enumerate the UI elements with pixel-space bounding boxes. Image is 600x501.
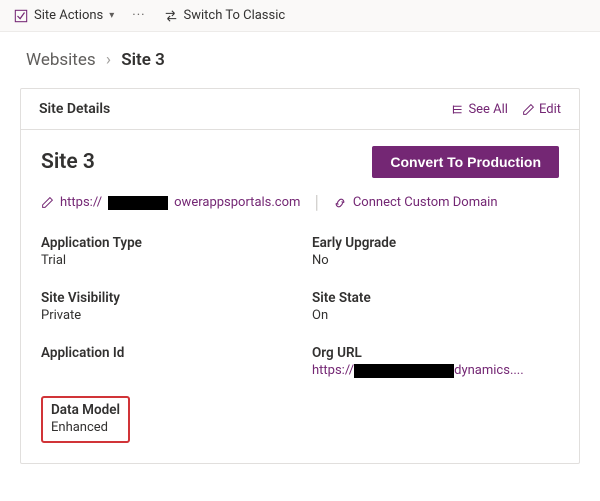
card-body: Site 3 Convert To Production https:// owe… xyxy=(21,130,579,463)
switch-to-classic-button[interactable]: Switch To Classic xyxy=(164,8,286,23)
value-early-upgrade: No xyxy=(312,253,559,268)
field-application-id: Application Id xyxy=(41,345,288,378)
see-all-label: See All xyxy=(468,102,508,117)
details-grid: Application Type Trial Early Upgrade No … xyxy=(41,235,559,378)
card-header-actions: See All Edit xyxy=(451,102,561,117)
card-header: Site Details See All Edit xyxy=(21,89,579,130)
field-data-model: Data Model Enhanced xyxy=(51,402,120,435)
switch-classic-label: Switch To Classic xyxy=(184,8,286,23)
site-actions-label: Site Actions xyxy=(34,8,103,23)
connect-custom-domain-link[interactable]: Connect Custom Domain xyxy=(333,195,498,210)
label-data-model: Data Model xyxy=(51,402,120,418)
link-icon xyxy=(333,196,347,210)
site-name-heading: Site 3 xyxy=(41,150,95,174)
label-org-url: Org URL xyxy=(312,345,559,361)
redacted-segment xyxy=(108,196,168,210)
label-site-visibility: Site Visibility xyxy=(41,290,288,306)
org-url-prefix: https:// xyxy=(312,363,354,378)
edit-link[interactable]: Edit xyxy=(522,102,561,117)
pencil-icon xyxy=(522,103,535,116)
value-site-visibility: Private xyxy=(41,308,288,323)
chevron-down-icon: ▾ xyxy=(109,10,114,21)
list-icon xyxy=(451,103,464,116)
label-site-state: Site State xyxy=(312,290,559,306)
site-actions-menu[interactable]: Site Actions ▾ xyxy=(14,8,114,23)
edit-url-link[interactable]: https:// owerappsportals.com xyxy=(41,195,300,210)
url-prefix: https:// xyxy=(60,195,102,210)
breadcrumb: Websites › Site 3 xyxy=(0,32,600,80)
convert-to-production-button[interactable]: Convert To Production xyxy=(372,146,559,178)
field-early-upgrade: Early Upgrade No xyxy=(312,235,559,268)
value-data-model: Enhanced xyxy=(51,420,120,435)
url-row: https:// owerappsportals.com | Connect Cu… xyxy=(41,192,559,213)
value-org-url[interactable]: https:// dynamics.... xyxy=(312,363,559,378)
value-application-type: Trial xyxy=(41,253,288,268)
chevron-right-icon: › xyxy=(106,50,111,70)
field-org-url: Org URL https:// dynamics.... xyxy=(312,345,559,378)
site-settings-icon xyxy=(14,9,28,23)
card-title: Site Details xyxy=(39,101,110,117)
label-application-type: Application Type xyxy=(41,235,288,251)
field-site-visibility: Site Visibility Private xyxy=(41,290,288,323)
more-actions-button[interactable]: ··· xyxy=(132,8,145,23)
breadcrumb-current: Site 3 xyxy=(121,50,165,70)
redacted-org-url xyxy=(354,364,454,378)
command-bar: Site Actions ▾ ··· Switch To Classic xyxy=(0,0,600,32)
label-early-upgrade: Early Upgrade xyxy=(312,235,559,251)
breadcrumb-root[interactable]: Websites xyxy=(26,50,96,70)
connect-domain-label: Connect Custom Domain xyxy=(353,195,498,210)
value-site-state: On xyxy=(312,308,559,323)
switch-icon xyxy=(164,9,178,23)
divider: | xyxy=(314,192,318,213)
field-application-type: Application Type Trial xyxy=(41,235,288,268)
field-site-state: Site State On xyxy=(312,290,559,323)
see-all-link[interactable]: See All xyxy=(451,102,508,117)
org-url-suffix: dynamics.... xyxy=(454,363,524,378)
title-row: Site 3 Convert To Production xyxy=(41,146,559,178)
label-application-id: Application Id xyxy=(41,345,288,361)
pencil-icon xyxy=(41,196,54,209)
site-details-card: Site Details See All Edit Site 3 Convert… xyxy=(20,88,580,464)
edit-label: Edit xyxy=(539,102,561,117)
url-suffix: owerappsportals.com xyxy=(174,195,300,210)
data-model-highlight: Data Model Enhanced xyxy=(41,396,130,443)
